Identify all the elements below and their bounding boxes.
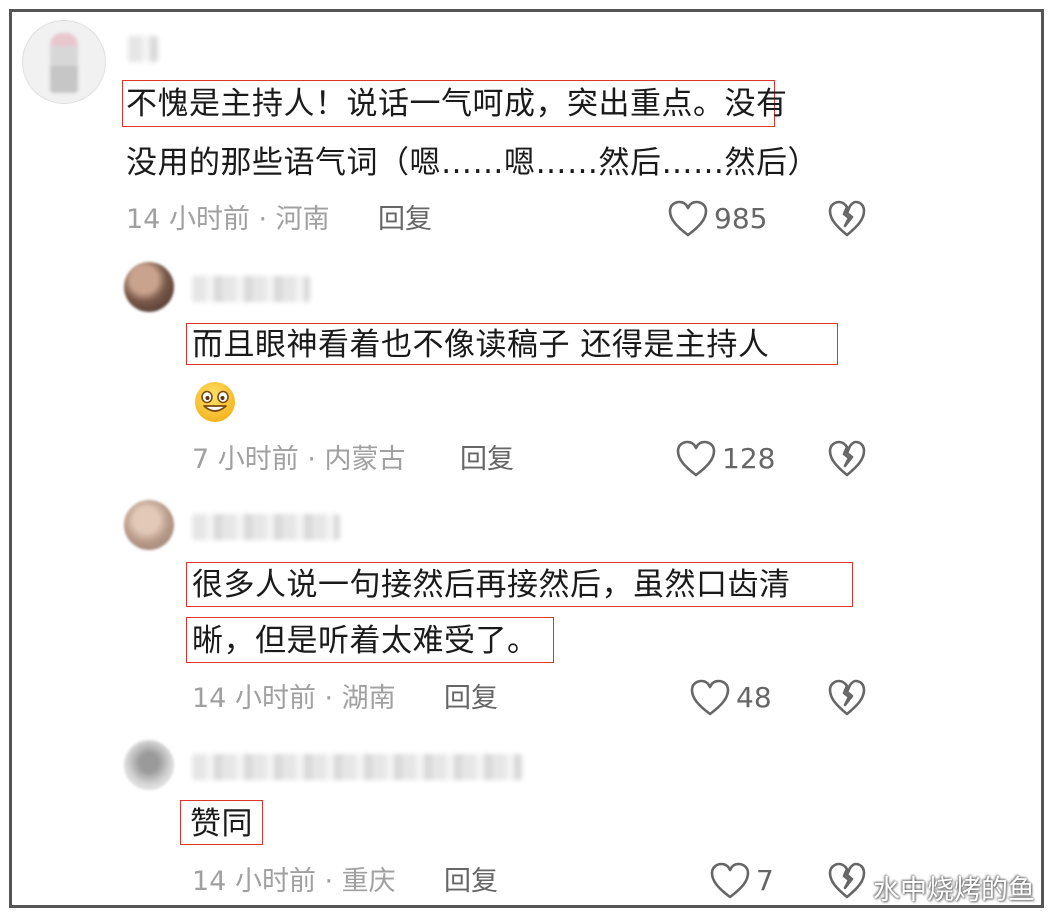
avatar[interactable] [124,740,174,790]
comment-text-line: 赞同 [190,806,253,842]
comment-text-line: 很多人说一句接然后再接然后，虽然口齿清 [192,567,791,603]
comment-text-line: 晰，但是听着太难受了。 [192,623,539,659]
reply-button[interactable]: 回复 [444,866,498,898]
heart-outline-icon[interactable] [676,440,716,478]
heart-outline-icon[interactable] [710,862,750,900]
avatar[interactable] [124,500,174,550]
watermark: 水中烧烤的鱼 [873,875,1035,906]
avatar[interactable] [124,262,174,312]
heart-outline-icon[interactable] [690,679,730,717]
like-count: 48 [736,681,772,714]
reply-button[interactable]: 回复 [444,683,498,715]
heart-outline-icon[interactable] [668,200,708,238]
comment-text-line: 而且眼神看着也不像读稿子 还得是主持人 [192,327,770,363]
broken-heart-icon[interactable] [828,679,866,717]
comment-meta: 14 小时前 · 河南 [126,204,330,235]
grinning-face-icon [195,382,235,422]
like-count: 985 [714,202,768,235]
username-blurred[interactable] [128,36,158,62]
like-count: 7 [756,864,774,897]
like-count: 128 [722,442,776,475]
reply-button[interactable]: 回复 [460,444,514,476]
username-blurred[interactable] [192,754,522,780]
broken-heart-icon[interactable] [828,862,866,900]
avatar[interactable] [22,20,106,104]
broken-heart-icon[interactable] [828,200,866,238]
comment-text-line: 没用的那些语气词（嗯……嗯……然后……然后） [126,145,819,181]
broken-heart-icon[interactable] [828,440,866,478]
username-blurred[interactable] [192,514,340,540]
username-blurred[interactable] [192,276,310,302]
comment-meta: 14 小时前 · 湖南 [192,683,396,714]
comment-meta: 7 小时前 · 内蒙古 [192,444,406,475]
comment-text-line: 不愧是主持人！说话一气呵成，突出重点。没有 [126,86,788,122]
reply-button[interactable]: 回复 [378,204,432,236]
comment-meta: 14 小时前 · 重庆 [192,866,396,897]
